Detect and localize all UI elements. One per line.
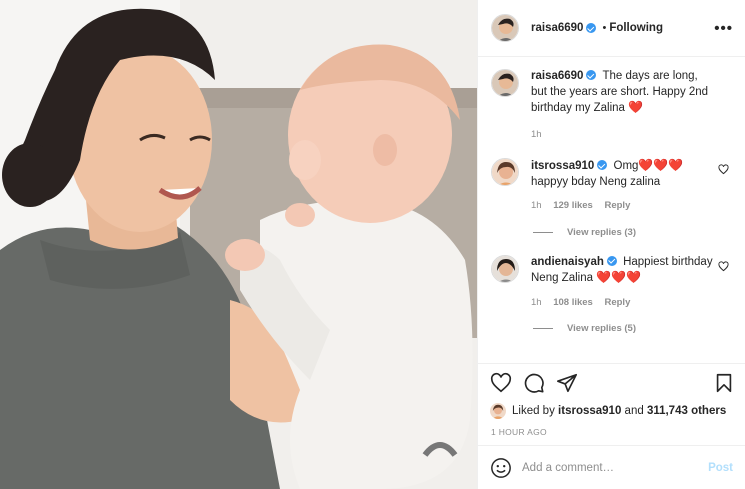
comment-time[interactable]: 1h [531,297,542,308]
likes-user[interactable]: itsrossa910 [558,405,621,417]
heart-emoji: ❤️❤️❤️ [638,158,684,172]
likes-middle: and [624,405,644,417]
photo-mother-and-baby [0,0,477,489]
action-bar [478,363,745,401]
post-header: raisa6690 • Following ••• [478,0,745,57]
verified-badge-icon [586,23,597,33]
avatar[interactable] [490,403,506,419]
comment-likes[interactable]: 129 likes [553,200,593,211]
divider-line [533,328,553,329]
comment-icon[interactable] [523,372,545,394]
bookmark-icon[interactable] [713,372,735,394]
heart-emoji: ❤️❤️❤️ [596,270,642,284]
comment-username[interactable]: itsrossa910 [531,160,594,172]
comment-username[interactable]: andienaisyah [531,256,604,268]
verified-badge-icon [597,160,608,170]
post-side-panel: raisa6690 • Following ••• raisa6690 The … [477,0,745,489]
comment-likes[interactable]: 108 likes [553,297,593,308]
reply-button[interactable]: Reply [604,297,630,308]
view-replies-button[interactable]: View replies (5) [533,323,733,334]
caption: raisa6690 The days are long, but the yea… [491,69,733,142]
view-replies-button[interactable]: View replies (3) [533,227,733,238]
add-comment-bar: Add a comment… Post [478,445,745,489]
avatar[interactable] [491,14,519,42]
avatar[interactable] [491,158,519,186]
divider-line [533,231,553,233]
comment-text-line2: happyy bday Neng zalina [531,175,661,188]
post-button[interactable]: Post [708,462,733,474]
caption-time[interactable]: 1h [531,129,542,140]
verified-badge-icon [606,255,617,266]
header-username[interactable]: raisa6690 [531,22,583,34]
heart-icon[interactable] [490,372,512,394]
comment-time[interactable]: 1h [531,200,542,211]
avatar[interactable] [491,254,519,283]
header-separator: • [602,22,607,34]
likes-prefix: Liked by [512,405,555,417]
instagram-post: raisa6690 • Following ••• raisa6690 The … [0,0,745,489]
comment: itsrossa910 Omg❤️❤️❤️ happyy bday Neng z… [491,158,733,214]
post-photo[interactable] [0,0,477,489]
share-icon[interactable] [556,372,578,394]
likes-count[interactable]: 311,743 others [647,405,726,417]
following-button[interactable]: Following [609,22,663,34]
comments-list: raisa6690 The days are long, but the yea… [478,57,745,363]
verified-badge-icon [586,70,597,80]
caption-username[interactable]: raisa6690 [531,70,583,82]
likes-line: Liked by itsrossa910 and 311,743 others [478,401,745,421]
post-timestamp[interactable]: 1 HOUR AGO [478,421,745,445]
comment-like-heart-icon[interactable] [718,260,729,272]
more-icon[interactable]: ••• [714,20,733,37]
comment-like-heart-icon[interactable] [718,164,729,175]
reply-button[interactable]: Reply [604,200,630,211]
comment-text: Omg [613,160,639,172]
comment: andienaisyah Happiest birthday Neng Zali… [491,254,733,311]
heart-emoji: ❤️ [628,100,644,114]
view-replies-label: View replies (5) [567,323,636,334]
emoji-icon[interactable] [490,457,512,479]
comment-input[interactable]: Add a comment… [522,462,708,474]
view-replies-label: View replies (3) [567,226,636,238]
avatar[interactable] [491,69,519,97]
